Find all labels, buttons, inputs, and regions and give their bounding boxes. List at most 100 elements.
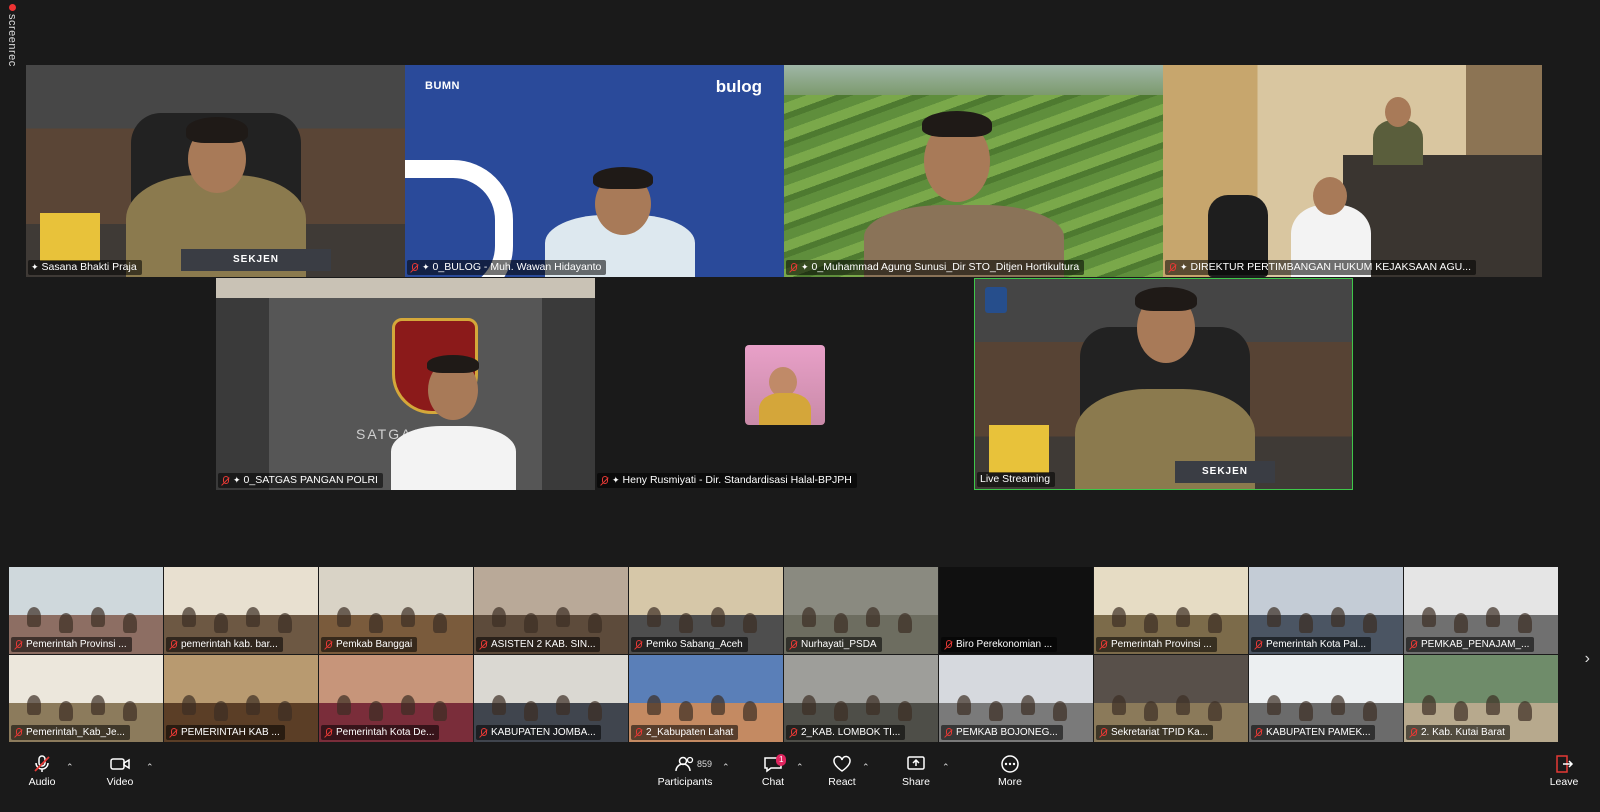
react-options-chevron-icon[interactable]: ⌃ [862,762,870,773]
gallery-tile[interactable]: KABUPATEN PAMEK... [1249,655,1403,742]
participants-options-chevron-icon[interactable]: ⌃ [722,762,730,773]
gallery-tile[interactable]: Pemerintah Provinsi ... [9,567,163,654]
emblem-icon [985,287,1007,313]
attendee-silhouette [1422,607,1436,627]
video-tile-live-streaming[interactable]: SEKJEN Live Streaming [974,278,1353,490]
gallery-tile[interactable]: Pemkab Banggai [319,567,473,654]
mic-off-icon [14,639,23,650]
gallery-tile[interactable]: PEMERINTAH KAB ... [164,655,318,742]
leave-button[interactable]: Leave [1548,754,1580,788]
attendee-silhouette [1454,613,1468,633]
gallery-tile[interactable]: PEMKAB BOJONEG... [939,655,1093,742]
attendee-silhouette [1486,607,1500,627]
attendee-silhouette [1267,607,1281,627]
attendee-silhouette [866,695,880,715]
gallery-tile[interactable]: Pemerintah Kota Pal... [1249,567,1403,654]
attendee-silhouette [1021,695,1035,715]
video-tile-satgas[interactable]: SATGAS ✦ 0_SATGAS PANGAN POLRI [216,278,595,490]
share-options-chevron-icon[interactable]: ⌃ [942,762,950,773]
attendee-silhouette [1363,701,1377,721]
profile-avatar [745,345,825,425]
audio-options-chevron-icon[interactable]: ⌃ [66,762,74,773]
attendee-silhouette [588,613,602,633]
gallery-tile[interactable]: pemerintah kab. bar... [164,567,318,654]
mic-off-icon [14,727,23,738]
mic-off-icon [1409,639,1418,650]
mic-off-icon [410,262,419,273]
chat-options-chevron-icon[interactable]: ⌃ [796,762,804,773]
video-button[interactable]: Video [104,754,136,788]
mic-off-icon [479,727,488,738]
mic-off-icon [1254,639,1263,650]
attendee-silhouette [27,695,41,715]
gallery-tile[interactable]: 2_Kabupaten Lahat [629,655,783,742]
mic-off-icon [1099,727,1108,738]
mic-off-icon [634,727,643,738]
attendee-silhouette [214,613,228,633]
gallery-tile[interactable]: Pemerintah Provinsi ... [1094,567,1248,654]
attendee-silhouette [27,607,41,627]
attendee-silhouette [556,695,570,715]
gallery-tile[interactable]: 2_KAB. LOMBOK TI... [784,655,938,742]
attendee-silhouette [711,695,725,715]
video-tile-heny[interactable]: ✦ Heny Rusmiyati - Dir. Standardisasi Ha… [595,278,974,490]
gallery-tile[interactable]: 2. Kab. Kutai Barat [1404,655,1558,742]
attendee-silhouette [246,695,260,715]
share-screen-icon [907,756,925,770]
video-tile-sasana[interactable]: SEKJEN ✦ Sasana Bhakti Praja [26,65,405,277]
react-button[interactable]: React [826,754,858,788]
gallery-next-icon[interactable]: › [1585,650,1590,668]
share-button[interactable]: Share [900,754,932,788]
name-tag: ✦ DIREKTUR PERTIMBANGAN HUKUM KEJAKSAAN … [1165,260,1476,275]
person-body [391,426,516,490]
gallery-tile[interactable]: Sekretariat TPID Ka... [1094,655,1248,742]
name-tag: 2_KAB. LOMBOK TI... [786,725,906,740]
attendee-silhouette [588,701,602,721]
attendee-silhouette [1144,701,1158,721]
pin-icon: ✦ [422,262,430,272]
video-tile-bulog[interactable]: BUMN bulog ✦ 0_BULOG - Muh. Wawan Hidaya… [405,65,784,277]
gallery-tile[interactable]: Pemko Sabang_Aceh [629,567,783,654]
gallery-tile[interactable]: Pemerintah Kota De... [319,655,473,742]
person-head [1313,177,1347,215]
mic-off-icon [324,727,333,738]
video-options-chevron-icon[interactable]: ⌃ [146,762,154,773]
attendee-silhouette [898,613,912,633]
attendee-silhouette [214,701,228,721]
meeting-table [1343,155,1542,277]
sekjen-nameplate: SEKJEN [1175,461,1275,483]
name-tag: ✦ 0_SATGAS PANGAN POLRI [218,473,383,488]
name-tag: PEMKAB BOJONEG... [941,725,1063,740]
attendee-silhouette [337,607,351,627]
video-tile-hortikultura[interactable]: ✦ 0_Muhammad Agung Sunusi_Dir STO_Ditjen… [784,65,1163,277]
attendee-silhouette [866,607,880,627]
pin-icon: ✦ [31,262,39,272]
attendee-silhouette [957,695,971,715]
attendee-silhouette [1422,695,1436,715]
gallery-tile[interactable]: PEMKAB_PENAJAM_... [1404,567,1558,654]
gallery-tile[interactable]: ASISTEN 2 KAB. SIN... [474,567,628,654]
name-tag: Pemkab Banggai [321,637,418,652]
attendee-silhouette [433,701,447,721]
gallery-tile[interactable]: KABUPATEN JOMBA... [474,655,628,742]
more-button[interactable]: More [994,754,1026,788]
attendee-silhouette [1208,613,1222,633]
name-tag: Pemko Sabang_Aceh [631,637,748,652]
mic-off-icon [944,639,953,650]
gallery-tile[interactable]: Pemerintah_Kab_Je... [9,655,163,742]
gallery-tile[interactable]: Biro Perekonomian ... [939,567,1093,654]
attendee-silhouette [401,695,415,715]
sky [784,65,1163,95]
attendee-silhouette [743,701,757,721]
audio-button[interactable]: Audio [26,754,58,788]
person-hair [593,167,653,189]
meeting-toolbar: Audio ⌃ Video ⌃ Participants 859 ⌃ Chat … [0,748,1600,812]
name-tag: 2_Kabupaten Lahat [631,725,739,740]
attendee-silhouette [1363,613,1377,633]
name-tag: Live Streaming [977,472,1056,487]
name-tag: PEMKAB_PENAJAM_... [1406,637,1535,652]
video-tile-kejaksaan[interactable]: ✦ DIREKTUR PERTIMBANGAN HUKUM KEJAKSAAN … [1163,65,1542,277]
gallery-tile[interactable]: Nurhayati_PSDA [784,567,938,654]
camera-icon [110,758,130,770]
bumn-logo: BUMN [425,80,460,92]
